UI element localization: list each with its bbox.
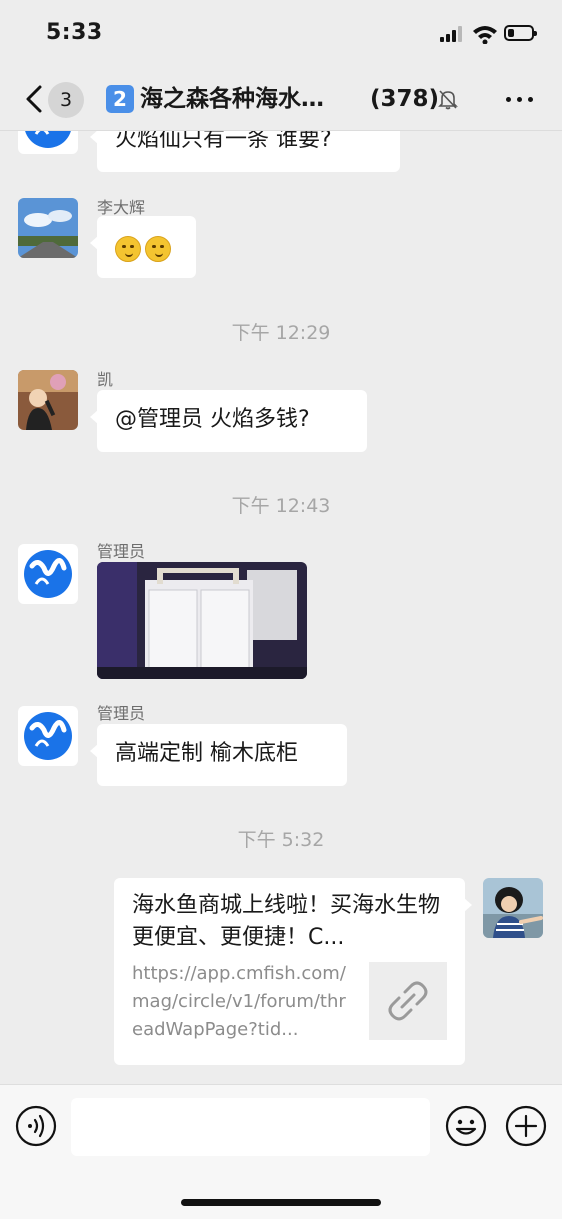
message-timestamp: 下午 12:29 bbox=[231, 322, 331, 344]
avatar[interactable] bbox=[18, 544, 78, 604]
landscape-photo-avatar bbox=[18, 198, 78, 258]
wifi-icon bbox=[473, 26, 497, 44]
brand-logo-icon bbox=[24, 550, 72, 598]
group-number-icon: 2 bbox=[106, 85, 134, 113]
message-input[interactable] bbox=[71, 1098, 430, 1156]
link-icon bbox=[388, 981, 428, 1021]
person-photo-avatar bbox=[18, 370, 78, 430]
brand-logo-icon bbox=[24, 712, 72, 760]
plus-icon[interactable] bbox=[505, 1105, 547, 1147]
unread-count-badge[interactable]: 3 bbox=[48, 82, 84, 118]
thinking-face-emoji bbox=[145, 236, 171, 262]
sender-name: 李大辉 bbox=[97, 198, 146, 217]
battery-icon bbox=[504, 25, 537, 41]
sender-name: 管理员 bbox=[97, 704, 146, 723]
more-icon[interactable] bbox=[502, 90, 538, 108]
child-photo-avatar bbox=[483, 878, 543, 938]
message-bubble[interactable]: 高端定制 榆木底柜 bbox=[90, 724, 347, 786]
avatar[interactable] bbox=[18, 706, 78, 766]
status-time: 5:33 bbox=[46, 20, 103, 45]
image-message[interactable] bbox=[97, 562, 307, 679]
link-card[interactable]: 海水鱼商城上线啦！买海水生物更便宜、更便捷！C... https://app.c… bbox=[114, 878, 472, 1065]
message-text: 高端定制 榆木底柜 bbox=[115, 741, 298, 766]
home-indicator bbox=[181, 1199, 381, 1206]
white-cabinet-photo bbox=[97, 562, 307, 679]
voice-icon[interactable] bbox=[15, 1105, 57, 1147]
chevron-left-icon[interactable] bbox=[24, 84, 44, 114]
chat-header: 3 2 海之森各种海水… (378) bbox=[0, 70, 562, 131]
message-timestamp: 下午 5:32 bbox=[237, 829, 325, 851]
member-count: (378) bbox=[370, 86, 440, 112]
sender-name: 管理员 bbox=[97, 542, 146, 561]
message-text: @管理员 火焰多钱? bbox=[115, 407, 310, 432]
input-bar bbox=[0, 1084, 562, 1219]
message-timestamp: 下午 12:43 bbox=[231, 495, 331, 517]
link-title: 海水鱼商城上线啦！买海水生物更便宜、更便捷！C... bbox=[132, 893, 441, 950]
link-url: https://app.cmfish.com/mag/circle/v1/for… bbox=[132, 963, 346, 1040]
status-bar: 5:33 bbox=[0, 0, 562, 70]
emoji-icon[interactable] bbox=[445, 1105, 487, 1147]
message-bubble[interactable] bbox=[90, 216, 196, 278]
sender-name: 凯 bbox=[97, 370, 114, 389]
avatar[interactable] bbox=[18, 370, 78, 430]
message-bubble[interactable]: @管理员 火焰多钱? bbox=[90, 390, 367, 452]
avatar[interactable] bbox=[18, 198, 78, 258]
thinking-face-emoji bbox=[115, 236, 141, 262]
avatar[interactable] bbox=[483, 878, 543, 938]
cellular-signal-icon bbox=[440, 26, 464, 42]
mute-bell-icon bbox=[438, 90, 458, 110]
chat-title[interactable]: 海之森各种海水… bbox=[140, 84, 350, 114]
link-thumbnail bbox=[369, 962, 447, 1040]
